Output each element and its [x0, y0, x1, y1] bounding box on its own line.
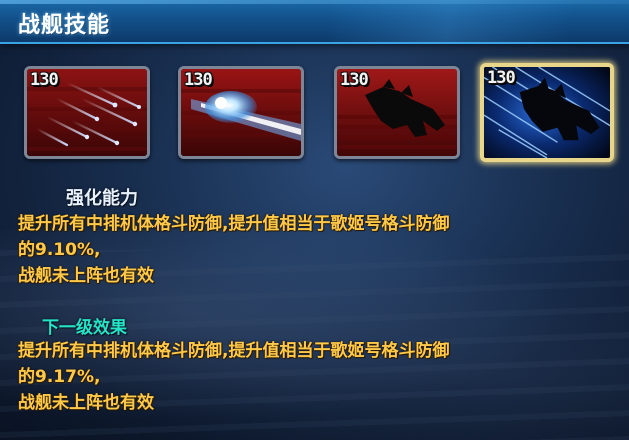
skill-level-label: 130	[340, 70, 369, 90]
skill-slot-4-selected[interactable]: 130	[480, 63, 614, 162]
next-desc-line-1: 提升所有中排机体格斗防御,提升值相当于歌姬号格斗防御	[18, 341, 450, 361]
current-desc-line-2: 的9.10%,	[18, 240, 101, 260]
panel-header: 战舰技能	[0, 0, 629, 44]
next-level-description: 提升所有中排机体格斗防御,提升值相当于歌姬号格斗防御 的9.17%, 战舰未上阵…	[18, 338, 618, 416]
skill-level-label: 130	[30, 70, 59, 90]
current-ability-description: 提升所有中排机体格斗防御,提升值相当于歌姬号格斗防御 的9.10%, 战舰未上阵…	[18, 211, 618, 289]
next-desc-line-2: 的9.17%,	[18, 367, 101, 387]
next-desc-line-3: 战舰未上阵也有效	[18, 393, 154, 413]
skill-icon-row: 130 130 130 130	[24, 63, 614, 162]
current-ability-title: 强化能力	[66, 188, 138, 209]
skill-slot-2[interactable]: 130	[178, 66, 304, 159]
panel-title: 战舰技能	[18, 13, 111, 38]
current-desc-line-1: 提升所有中排机体格斗防御,提升值相当于歌姬号格斗防御	[18, 214, 450, 234]
current-desc-line-3: 战舰未上阵也有效	[18, 266, 154, 286]
next-level-title: 下一级效果	[42, 318, 127, 338]
skill-level-label: 130	[184, 70, 213, 90]
skill-slot-1[interactable]: 130	[24, 66, 150, 159]
skill-slot-3[interactable]: 130	[334, 66, 460, 159]
header-decoration	[329, 0, 629, 44]
skill-level-label: 130	[487, 68, 516, 88]
skill-panel: 战舰技能 130 130 130 130 强化能力 提升所有中排机体格斗防御,提…	[0, 0, 629, 440]
